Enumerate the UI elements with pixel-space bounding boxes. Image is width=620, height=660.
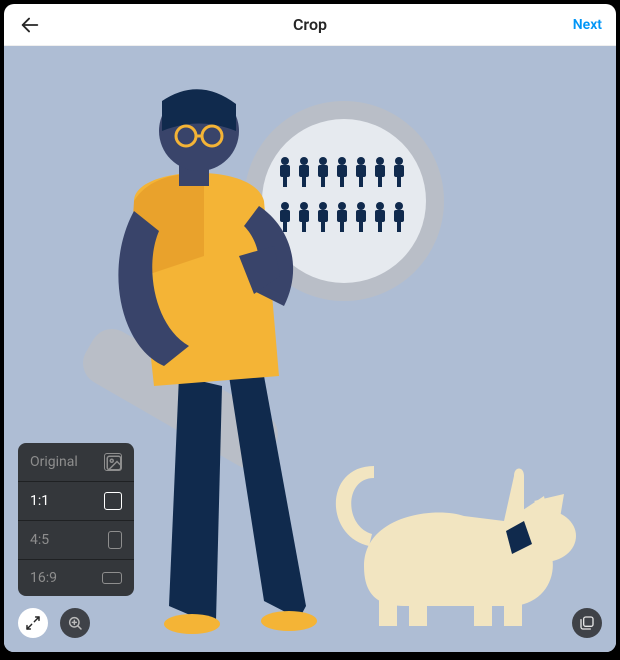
- canvas-tool-row: [18, 608, 90, 638]
- image-icon: [104, 453, 122, 471]
- ratio-label: 1:1: [30, 493, 49, 509]
- dialog-title: Crop: [293, 15, 327, 34]
- ratio-label: Original: [30, 454, 78, 470]
- zoom-in-icon: [67, 615, 83, 631]
- arrow-left-icon: [19, 14, 41, 36]
- ratio-label: 16:9: [30, 570, 57, 586]
- ratio-option-16-9[interactable]: 16:9: [18, 559, 134, 596]
- crop-canvas[interactable]: Original 1:1 4:5 16:9: [4, 46, 616, 652]
- ratio-option-original[interactable]: Original: [18, 443, 134, 481]
- portrait-rect-icon: [108, 531, 122, 549]
- back-button[interactable]: [16, 11, 44, 39]
- expand-icon: [25, 615, 41, 631]
- ratio-option-4-5[interactable]: 4:5: [18, 520, 134, 559]
- crop-dialog: Crop Next: [4, 4, 616, 652]
- stack-icon: [579, 615, 595, 631]
- expand-crop-button[interactable]: [18, 608, 48, 638]
- aspect-ratio-menu: Original 1:1 4:5 16:9: [18, 443, 134, 596]
- ratio-label: 4:5: [30, 532, 49, 548]
- zoom-button[interactable]: [60, 608, 90, 638]
- ratio-option-1-1[interactable]: 1:1: [18, 481, 134, 520]
- square-icon: [104, 492, 122, 510]
- multi-select-button[interactable]: [572, 608, 602, 638]
- dialog-header: Crop Next: [4, 4, 616, 46]
- next-button[interactable]: Next: [573, 17, 602, 33]
- landscape-rect-icon: [102, 572, 122, 584]
